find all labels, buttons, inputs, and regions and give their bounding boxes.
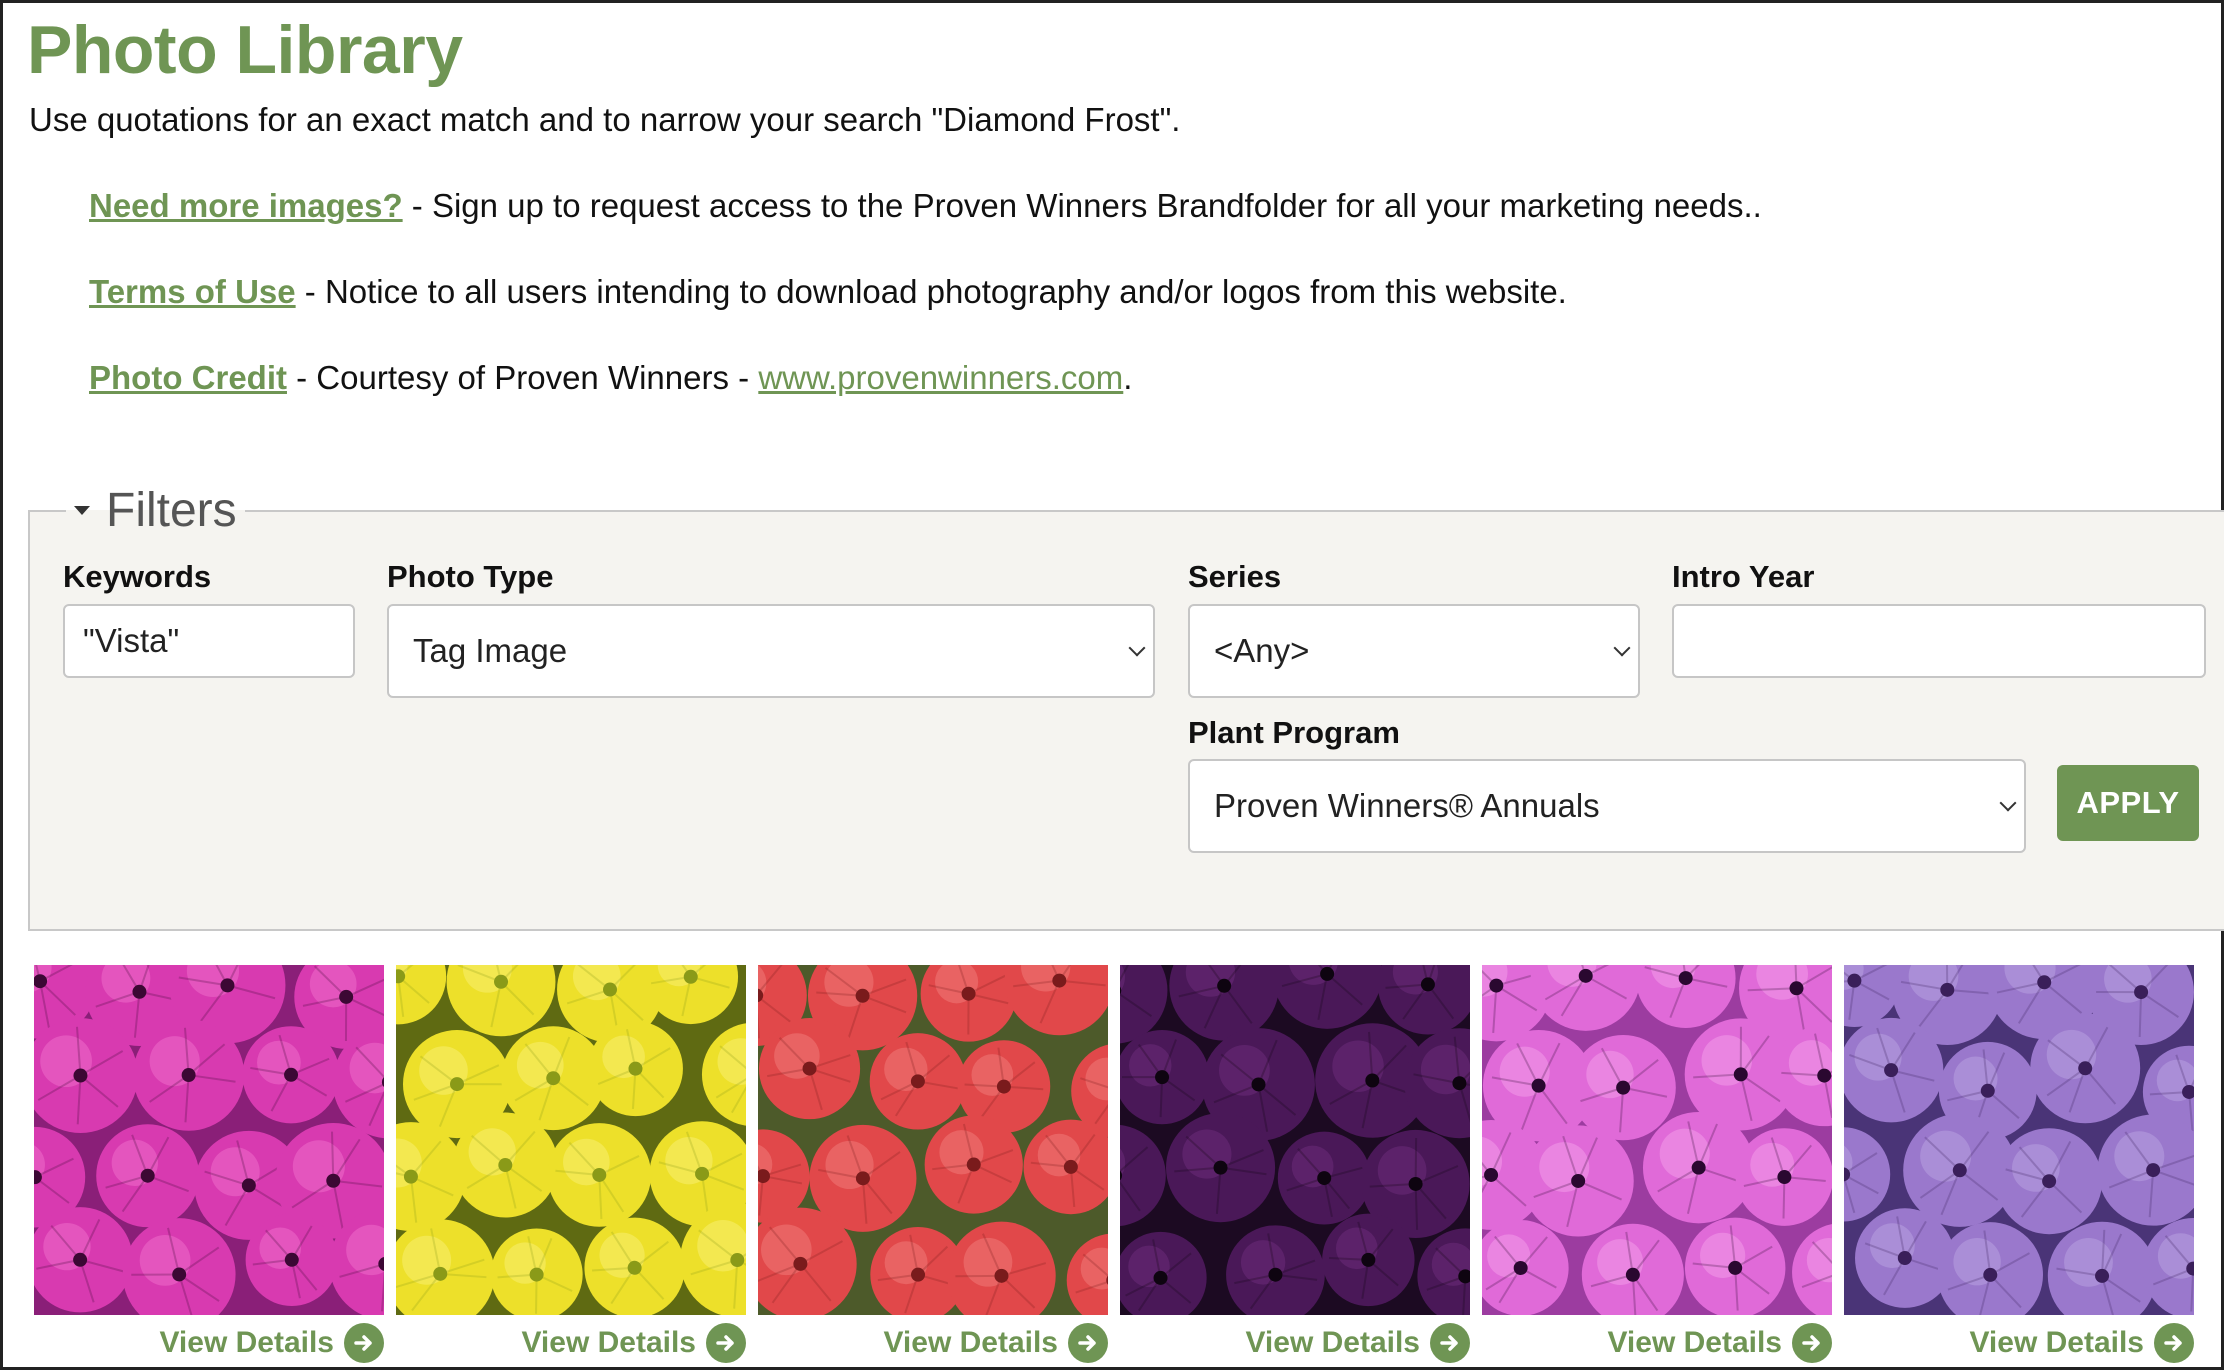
filters-panel: Filters xyxy=(28,483,2224,931)
series-label: Series xyxy=(1188,559,1282,594)
search-hint: Use quotations for an exact match and to… xyxy=(29,101,1181,138)
series-value: <Any> xyxy=(1214,632,1310,669)
keywords-input[interactable] xyxy=(63,604,355,678)
photo-card: View Details xyxy=(758,965,1108,1370)
apply-button[interactable]: APPLY xyxy=(2057,765,2199,841)
photo-gallery: View Details View Details View Details View… xyxy=(34,965,2204,1370)
intro-year-input[interactable] xyxy=(1672,604,2206,678)
view-details-label: View Details xyxy=(1969,1326,2144,1359)
photo-card: View Details xyxy=(34,965,384,1370)
view-details-label: View Details xyxy=(521,1326,696,1359)
photo-card: View Details xyxy=(396,965,746,1370)
view-details-link[interactable]: View Details xyxy=(883,1323,1108,1363)
info-need-more-images: Need more images? - Sign up to request a… xyxy=(89,187,1762,225)
view-details-label: View Details xyxy=(883,1326,1058,1359)
view-details-link[interactable]: View Details xyxy=(1607,1323,1832,1363)
arrow-right-circle-icon xyxy=(344,1323,384,1363)
photo-type-label: Photo Type xyxy=(387,559,554,594)
photo-type-select[interactable]: Tag Image xyxy=(387,604,1155,698)
series-select[interactable]: <Any> xyxy=(1188,604,1640,698)
photo-type-value: Tag Image xyxy=(413,632,568,669)
arrow-right-circle-icon xyxy=(1430,1323,1470,1363)
intro-year-label: Intro Year xyxy=(1672,559,1815,594)
terms-of-use-text: - Notice to all users intending to downl… xyxy=(295,273,1567,310)
arrow-right-circle-icon xyxy=(1068,1323,1108,1363)
info-photo-credit: Photo Credit - Courtesy of Proven Winner… xyxy=(89,359,1132,397)
view-details-link[interactable]: View Details xyxy=(1969,1323,2194,1363)
photo-card: View Details xyxy=(1482,965,1832,1370)
need-more-images-link[interactable]: Need more images? xyxy=(89,187,403,224)
flower-photo[interactable] xyxy=(1482,965,1832,1315)
view-details-label: View Details xyxy=(159,1326,334,1359)
flower-photo[interactable] xyxy=(758,965,1108,1315)
view-details-link[interactable]: View Details xyxy=(1245,1323,1470,1363)
flower-photo[interactable] xyxy=(396,965,746,1315)
chevron-down-icon xyxy=(1128,639,1146,657)
view-details-link[interactable]: View Details xyxy=(159,1323,384,1363)
plant-program-value: Proven Winners® Annuals xyxy=(1214,787,1600,824)
page-title: Photo Library xyxy=(27,12,463,88)
info-terms-of-use: Terms of Use - Notice to all users inten… xyxy=(89,273,1567,311)
filters-legend: Filters xyxy=(106,484,237,537)
arrow-right-circle-icon xyxy=(706,1323,746,1363)
arrow-right-circle-icon xyxy=(2154,1323,2194,1363)
view-details-label: View Details xyxy=(1245,1326,1420,1359)
photo-credit-text: - Courtesy of Proven Winners - xyxy=(286,359,759,396)
provenwinners-url-link[interactable]: www.provenwinners.com xyxy=(758,359,1123,396)
chevron-down-icon xyxy=(1613,639,1631,657)
flower-photo[interactable] xyxy=(1844,965,2194,1315)
flower-photo[interactable] xyxy=(1120,965,1470,1315)
photo-card: View Details xyxy=(1120,965,1470,1370)
photo-credit-link[interactable]: Photo Credit xyxy=(89,359,287,396)
view-details-label: View Details xyxy=(1607,1326,1782,1359)
arrow-right-circle-icon xyxy=(1792,1323,1832,1363)
chevron-down-icon xyxy=(1999,794,2017,812)
view-details-link[interactable]: View Details xyxy=(521,1323,746,1363)
terms-of-use-link[interactable]: Terms of Use xyxy=(89,273,296,310)
need-more-images-text: - Sign up to request access to the Prove… xyxy=(402,187,1762,224)
flower-photo[interactable] xyxy=(34,965,384,1315)
photo-credit-period: . xyxy=(1123,359,1133,396)
photo-card: View Details xyxy=(1844,965,2194,1370)
plant-program-label: Plant Program xyxy=(1188,715,1400,750)
filters-toggle[interactable]: Filters xyxy=(66,483,245,538)
keywords-label: Keywords xyxy=(63,559,212,594)
plant-program-select[interactable]: Proven Winners® Annuals xyxy=(1188,759,2026,853)
caret-down-icon xyxy=(74,506,90,515)
